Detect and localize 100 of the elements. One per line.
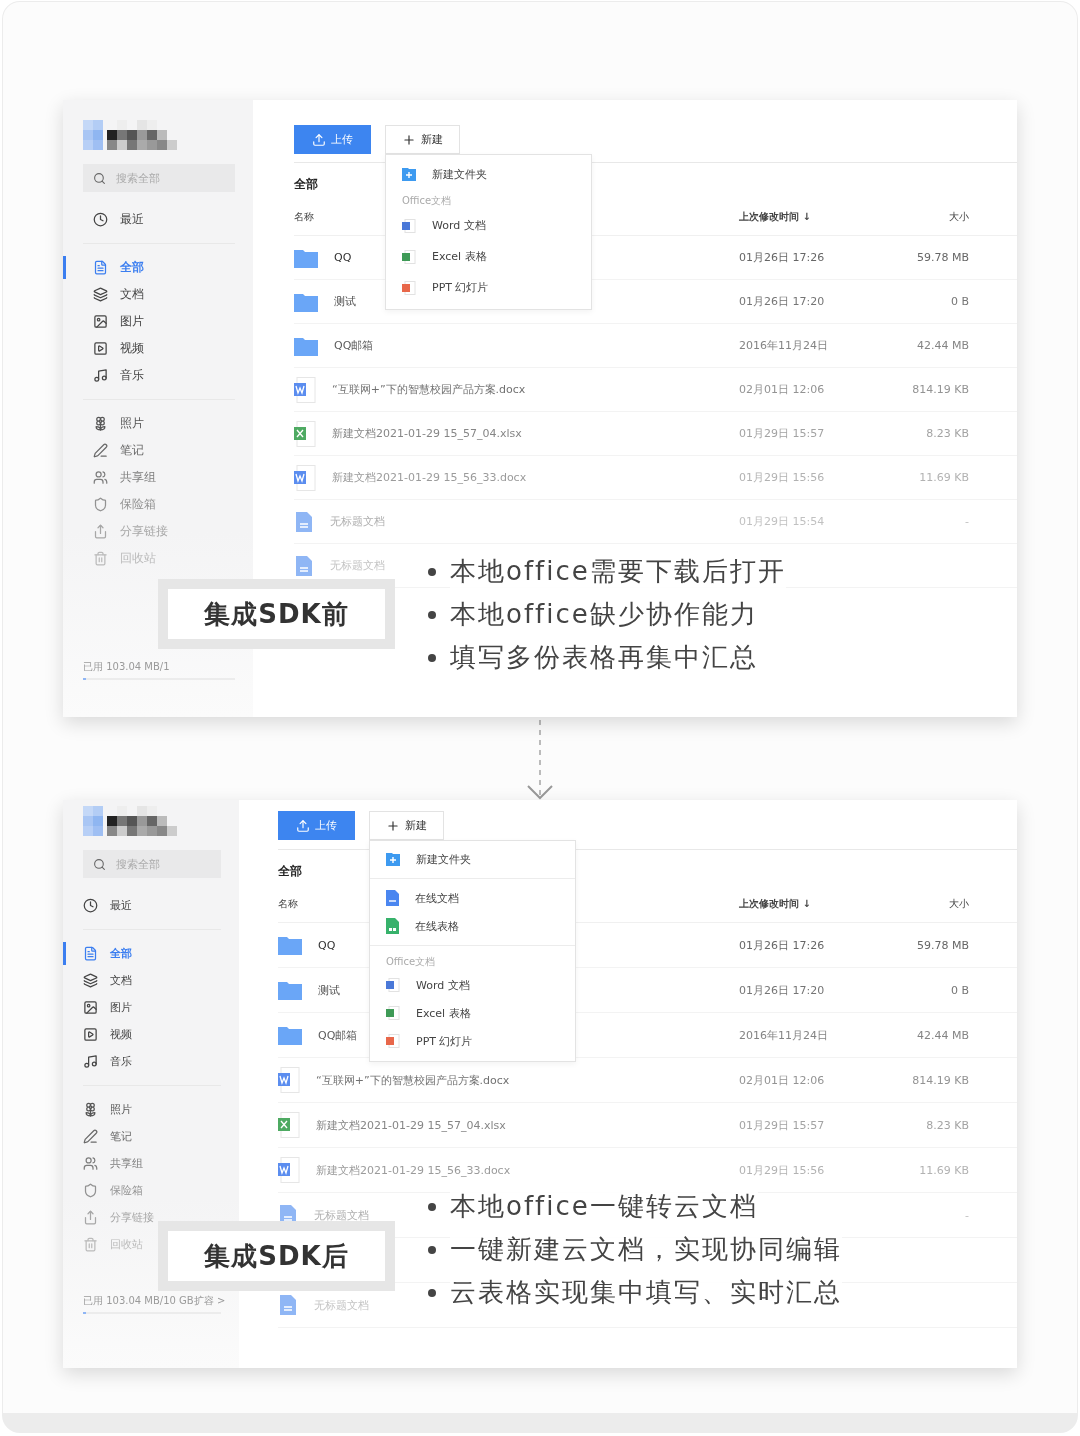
- menu-item[interactable]: Excel 表格: [386, 241, 591, 272]
- bullet-dot: [428, 567, 436, 576]
- users-icon: [93, 470, 108, 485]
- file-name: 测试: [334, 294, 356, 309]
- sidebar-item[interactable]: 文档: [83, 967, 132, 994]
- folder-icon: [278, 935, 302, 955]
- sidebar-item[interactable]: 音乐: [93, 362, 144, 389]
- file-name: 新建文档2021-01-29 15_56_33.docx: [316, 1162, 511, 1178]
- modified-date: 01月26日 17:20: [739, 982, 826, 998]
- pen-icon: [93, 443, 108, 458]
- file-name: 测试: [318, 982, 340, 998]
- file-name: 无标题文档: [314, 1207, 369, 1223]
- stage-label: 集成SDK后: [158, 1221, 395, 1291]
- column-header[interactable]: 大小: [909, 209, 969, 224]
- file-name: 新建文档2021-01-29 15_56_33.docx: [332, 470, 527, 485]
- document-icon: [280, 1295, 296, 1315]
- sidebar-item[interactable]: 图片: [93, 308, 144, 335]
- sidebar-item[interactable]: 音乐: [83, 1048, 132, 1075]
- add-folder-icon: [402, 168, 416, 181]
- menu-item[interactable]: 新建文件夹: [370, 845, 575, 873]
- play-icon: [93, 341, 108, 356]
- spreadsheet-file-icon: [386, 1006, 400, 1020]
- sidebar-item[interactable]: 笔记: [93, 437, 144, 464]
- bullet-dot: [428, 1245, 436, 1254]
- upload-icon: [296, 818, 310, 833]
- search-icon: [93, 857, 106, 871]
- trash-icon: [93, 551, 108, 566]
- sidebar-item[interactable]: 共享组: [93, 464, 156, 491]
- trash-icon: [83, 1237, 98, 1252]
- column-header[interactable]: 大小: [909, 896, 969, 911]
- sidebar-item[interactable]: 笔记: [83, 1123, 132, 1150]
- bullet-dot: [428, 653, 436, 662]
- menu-section-label: Office文档: [401, 194, 452, 208]
- column-header[interactable]: 上次修改时间 ↓: [739, 209, 909, 224]
- sidebar-item[interactable]: 最近: [83, 892, 132, 919]
- word-file-icon: [402, 218, 416, 233]
- plus-icon: [386, 818, 400, 833]
- file-name: QQ: [318, 938, 336, 952]
- column-header[interactable]: 上次修改时间 ↓: [739, 896, 909, 911]
- column-header[interactable]: 名称: [294, 210, 314, 222]
- document-icon: [83, 946, 98, 961]
- shield-icon: [83, 1183, 98, 1198]
- file-size: -: [964, 1208, 969, 1222]
- slides-file-icon: [386, 1034, 400, 1048]
- menu-item[interactable]: Word 文档: [370, 971, 575, 999]
- file-size: 42.44 MB: [915, 339, 969, 352]
- folder-icon: [294, 247, 318, 268]
- modified-date: 01月26日 17:26: [739, 250, 826, 265]
- file-name: “互联网+”下的智慧校园产品方案.docx: [316, 1072, 510, 1088]
- file-name: QQ邮箱: [334, 338, 374, 353]
- menu-item[interactable]: Word 文档: [386, 210, 591, 241]
- new-button[interactable]: 新建: [369, 811, 444, 840]
- menu-item[interactable]: PPT 幻灯片: [370, 1027, 575, 1055]
- sidebar-item[interactable]: 照片: [93, 410, 144, 437]
- sidebar-item[interactable]: 共享组: [83, 1150, 143, 1177]
- file-size: -: [964, 515, 969, 528]
- menu-item[interactable]: Excel 表格: [370, 999, 575, 1027]
- add-folder-icon: [386, 852, 400, 866]
- sidebar-item[interactable]: 照片: [83, 1096, 132, 1123]
- sidebar-item[interactable]: 视频: [93, 335, 144, 362]
- new-button[interactable]: 新建: [385, 125, 460, 154]
- upload-button[interactable]: 上传: [294, 125, 371, 154]
- menu-item[interactable]: PPT 幻灯片: [386, 272, 591, 303]
- modified-date: 02月01日 12:06: [739, 1072, 826, 1088]
- search-icon: [93, 171, 106, 185]
- modified-date: 2016年11月24日: [739, 338, 829, 353]
- file-name: 新建文档2021-01-29 15_57_04.xlsx: [316, 1117, 506, 1133]
- spreadsheet-file-icon: [278, 1112, 300, 1138]
- file-size: 8.23 KB: [925, 1118, 969, 1132]
- file-name: QQ: [334, 251, 352, 264]
- folder-icon: [294, 291, 318, 312]
- folder-icon: [278, 1025, 302, 1045]
- sidebar-item[interactable]: 最近: [93, 206, 144, 233]
- file-name: QQ邮箱: [318, 1027, 358, 1043]
- flower-icon: [83, 1102, 98, 1117]
- modified-date: 01月26日 17:26: [739, 937, 826, 953]
- document-icon: [93, 260, 108, 275]
- sidebar-item[interactable]: 图片: [83, 994, 132, 1021]
- file-size: 11.69 KB: [918, 471, 969, 484]
- menu-item[interactable]: 在线文档: [370, 884, 575, 912]
- modified-date: 2016年11月24日: [739, 1027, 829, 1043]
- word-file-icon: [278, 1067, 300, 1093]
- column-header[interactable]: 名称: [278, 897, 298, 909]
- document-icon: [386, 890, 399, 906]
- menu-item[interactable]: 新建文件夹: [386, 159, 591, 190]
- upload-button[interactable]: 上传: [278, 811, 355, 840]
- folder-icon: [294, 335, 318, 356]
- file-size: 8.23 KB: [925, 427, 969, 440]
- bullet-dot: [428, 1288, 436, 1297]
- menu-item[interactable]: 在线表格: [370, 912, 575, 940]
- sidebar-item[interactable]: 全部: [83, 940, 132, 967]
- sidebar-item[interactable]: 全部: [93, 254, 144, 281]
- sidebar-item[interactable]: 视频: [83, 1021, 132, 1048]
- sheet-icon: [386, 918, 399, 934]
- slides-file-icon: [402, 280, 416, 295]
- share-icon: [93, 524, 108, 539]
- sidebar-item[interactable]: 文档: [93, 281, 144, 308]
- share-icon: [83, 1210, 98, 1225]
- bullet-dot: [428, 610, 436, 619]
- menu-section-label: Office文档: [385, 955, 436, 969]
